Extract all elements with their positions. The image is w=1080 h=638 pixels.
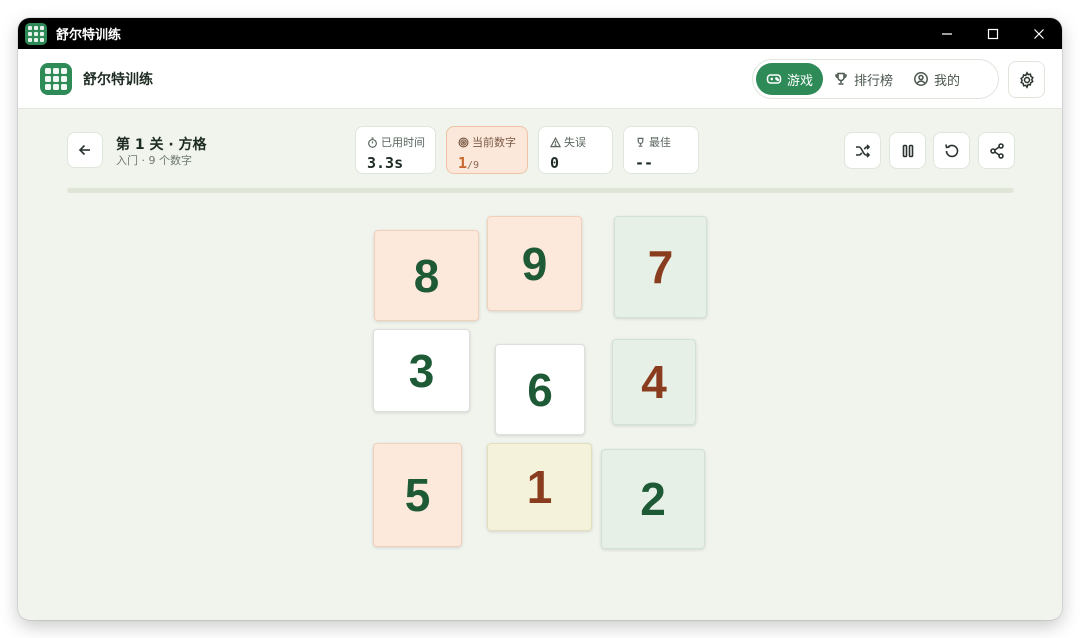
app-header: 舒尔特训练 游戏 排行榜 我的 <box>18 49 1062 109</box>
trophy-icon <box>835 72 847 85</box>
number-tile[interactable]: 2 <box>601 449 705 549</box>
app-grid-icon <box>25 22 47 45</box>
shuffle-button[interactable] <box>844 132 881 169</box>
stat-current-total: /9 <box>467 160 480 171</box>
number-tile[interactable]: 6 <box>495 344 585 435</box>
tab-game-label: 游戏 <box>787 73 814 89</box>
back-button[interactable] <box>67 132 103 168</box>
pause-icon <box>902 144 913 157</box>
close-button[interactable] <box>1016 18 1062 49</box>
stat-current-number: 当前数字 1/9 <box>446 126 528 174</box>
number-tile[interactable]: 5 <box>373 443 462 547</box>
gear-icon <box>1019 70 1034 89</box>
tab-profile-label: 我的 <box>934 73 961 89</box>
warning-icon <box>550 136 561 147</box>
stat-elapsed-time: 已用时间 3.3s <box>355 126 436 174</box>
level-title: 第 1 关 · 方格 <box>116 137 207 153</box>
tab-leaderboard-label: 排行榜 <box>854 73 894 89</box>
stat-errors-value: 0 <box>550 154 560 172</box>
share-icon <box>989 142 1004 159</box>
stat-elapsed-value: 3.3s <box>367 154 404 172</box>
window-title: 舒尔特训练 <box>56 28 122 43</box>
stat-current-label: 当前数字 <box>472 136 516 149</box>
restart-icon <box>944 143 958 157</box>
title-bar: 舒尔特训练 <box>18 18 1062 49</box>
maximize-button[interactable] <box>970 18 1016 49</box>
main-nav: 游戏 排行榜 我的 <box>752 59 999 99</box>
number-tile[interactable]: 7 <box>614 216 707 318</box>
number-tile[interactable]: 1 <box>487 443 592 531</box>
progress-bar <box>67 188 1014 193</box>
level-subtitle: 入门 · 9 个数字 <box>116 154 192 167</box>
stopwatch-icon <box>368 137 377 148</box>
pause-button[interactable] <box>889 132 926 169</box>
tab-game[interactable]: 游戏 <box>756 63 824 95</box>
app-logo-icon <box>40 62 72 95</box>
stat-best-value: -- <box>635 154 654 172</box>
tab-profile[interactable]: 我的 <box>903 63 970 95</box>
settings-button[interactable] <box>1008 61 1045 98</box>
stat-errors-label: 失误 <box>564 136 586 149</box>
stat-errors: 失误 0 <box>538 126 613 174</box>
minimize-button[interactable] <box>924 18 970 49</box>
close-icon <box>1034 28 1044 39</box>
game-header: 第 1 关 · 方格 入门 · 9 个数字 已用时间 3.3s 当前数字 1/9… <box>67 126 1015 176</box>
number-tile[interactable]: 8 <box>374 230 479 321</box>
user-circle-icon <box>914 72 928 86</box>
app-name: 舒尔特训练 <box>83 71 153 88</box>
minimize-icon <box>942 32 952 35</box>
number-tile[interactable]: 4 <box>612 339 696 425</box>
number-tile[interactable]: 3 <box>373 329 470 412</box>
restart-button[interactable] <box>933 132 970 169</box>
maximize-icon <box>987 28 999 39</box>
app-window: 舒尔特训练 舒尔特训练 游戏 排行榜 我的 第 1 关 · 方格 入门 · 9 … <box>18 18 1062 620</box>
share-button[interactable] <box>978 132 1015 169</box>
gamepad-icon <box>766 74 782 84</box>
number-tile[interactable]: 9 <box>487 216 582 311</box>
stat-elapsed-label: 已用时间 <box>381 136 425 149</box>
tab-leaderboard[interactable]: 排行榜 <box>823 63 903 95</box>
arrow-left-icon <box>78 144 90 156</box>
trophy-icon <box>637 137 644 147</box>
target-icon <box>458 137 469 147</box>
stat-current-value: 1 <box>458 154 468 172</box>
stat-best: 最佳 -- <box>623 126 699 174</box>
shuffle-icon <box>855 143 870 158</box>
stat-best-label: 最佳 <box>649 136 671 149</box>
